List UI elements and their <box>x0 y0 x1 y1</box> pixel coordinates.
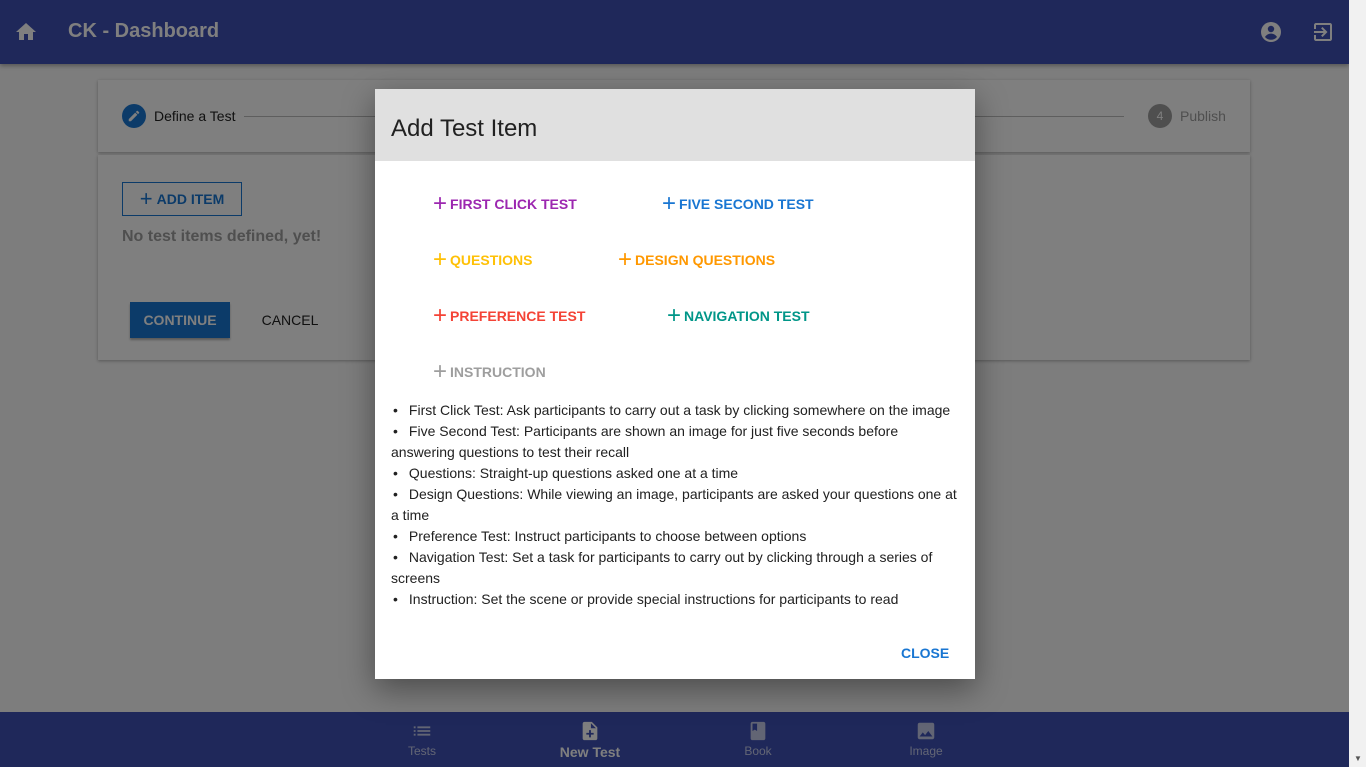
design-questions-button[interactable]: + DESIGN QUESTIONS <box>618 248 775 272</box>
list-item: Instruction: Set the scene or provide sp… <box>391 589 961 610</box>
questions-button[interactable]: + QUESTIONS <box>433 248 532 272</box>
scrollbar[interactable]: ▼ <box>1349 0 1366 767</box>
first-click-test-button[interactable]: + FIRST CLICK TEST <box>433 192 577 216</box>
instruction-button[interactable]: + INSTRUCTION <box>433 360 546 384</box>
plus-icon: + <box>618 246 633 273</box>
button-label: INSTRUCTION <box>450 364 546 380</box>
plus-icon: + <box>433 246 448 273</box>
list-item: Five Second Test: Participants are shown… <box>391 421 961 463</box>
five-second-test-button[interactable]: + FIVE SECOND TEST <box>662 192 814 216</box>
button-label: PREFERENCE TEST <box>450 308 586 324</box>
scroll-down-arrow-icon[interactable]: ▼ <box>1354 754 1362 763</box>
close-button[interactable]: CLOSE <box>901 645 949 661</box>
list-item: Navigation Test: Set a task for particip… <box>391 547 961 589</box>
dialog-title: Add Test Item <box>391 115 538 142</box>
plus-icon: + <box>667 302 682 329</box>
list-item: Questions: Straight-up questions asked o… <box>391 463 961 484</box>
button-label: FIRST CLICK TEST <box>450 196 577 212</box>
plus-icon: + <box>433 358 448 385</box>
button-label: FIVE SECOND TEST <box>679 196 814 212</box>
button-label: NAVIGATION TEST <box>684 308 810 324</box>
test-type-descriptions: First Click Test: Ask participants to ca… <box>391 400 961 610</box>
plus-icon: + <box>433 190 448 217</box>
list-item: Preference Test: Instruct participants t… <box>391 526 961 547</box>
button-label: QUESTIONS <box>450 252 533 268</box>
button-label: DESIGN QUESTIONS <box>635 252 776 268</box>
preference-test-button[interactable]: + PREFERENCE TEST <box>433 304 585 328</box>
plus-icon: + <box>433 302 448 329</box>
plus-icon: + <box>662 190 677 217</box>
list-item: First Click Test: Ask participants to ca… <box>391 400 961 421</box>
navigation-test-button[interactable]: + NAVIGATION TEST <box>667 304 810 328</box>
add-test-item-dialog: Add Test Item + FIRST CLICK TEST + FIVE … <box>375 89 975 679</box>
list-item: Design Questions: While viewing an image… <box>391 484 961 526</box>
